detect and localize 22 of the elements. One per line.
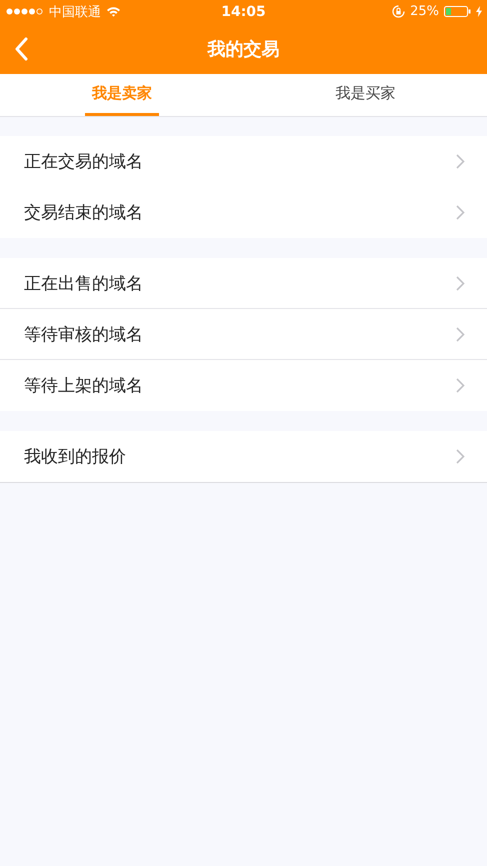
rotation-lock-icon [392, 5, 406, 18]
battery-percent: 25% [410, 4, 439, 19]
chevron-icon [456, 326, 465, 342]
tab[interactable]: 我是买家 [328, 74, 402, 116]
carrier-name: 中国联通 [49, 4, 101, 20]
wifi-icon [106, 6, 121, 17]
chevron-icon [456, 378, 465, 393]
signal-icon [6, 8, 44, 15]
page-title: 我的交易 [208, 38, 280, 60]
chevron-icon [456, 154, 465, 169]
chevron-icon [456, 449, 465, 464]
list-item[interactable]: 等待上架的域名 [0, 360, 487, 411]
list-item[interactable]: 正在出售的域名 [0, 258, 487, 309]
list-item[interactable]: 我收到的报价 [0, 431, 487, 482]
list-item[interactable]: 正在交易的域名 [0, 136, 487, 187]
battery-icon [444, 6, 471, 17]
status-time: 14:05 [221, 4, 266, 20]
list-item[interactable]: 等待审核的域名 [0, 309, 487, 360]
charging-bolt-icon [476, 6, 482, 17]
chevron-icon [456, 276, 465, 290]
chevron-icon [456, 205, 465, 220]
list-item[interactable]: 交易结束的域名 [0, 187, 487, 238]
